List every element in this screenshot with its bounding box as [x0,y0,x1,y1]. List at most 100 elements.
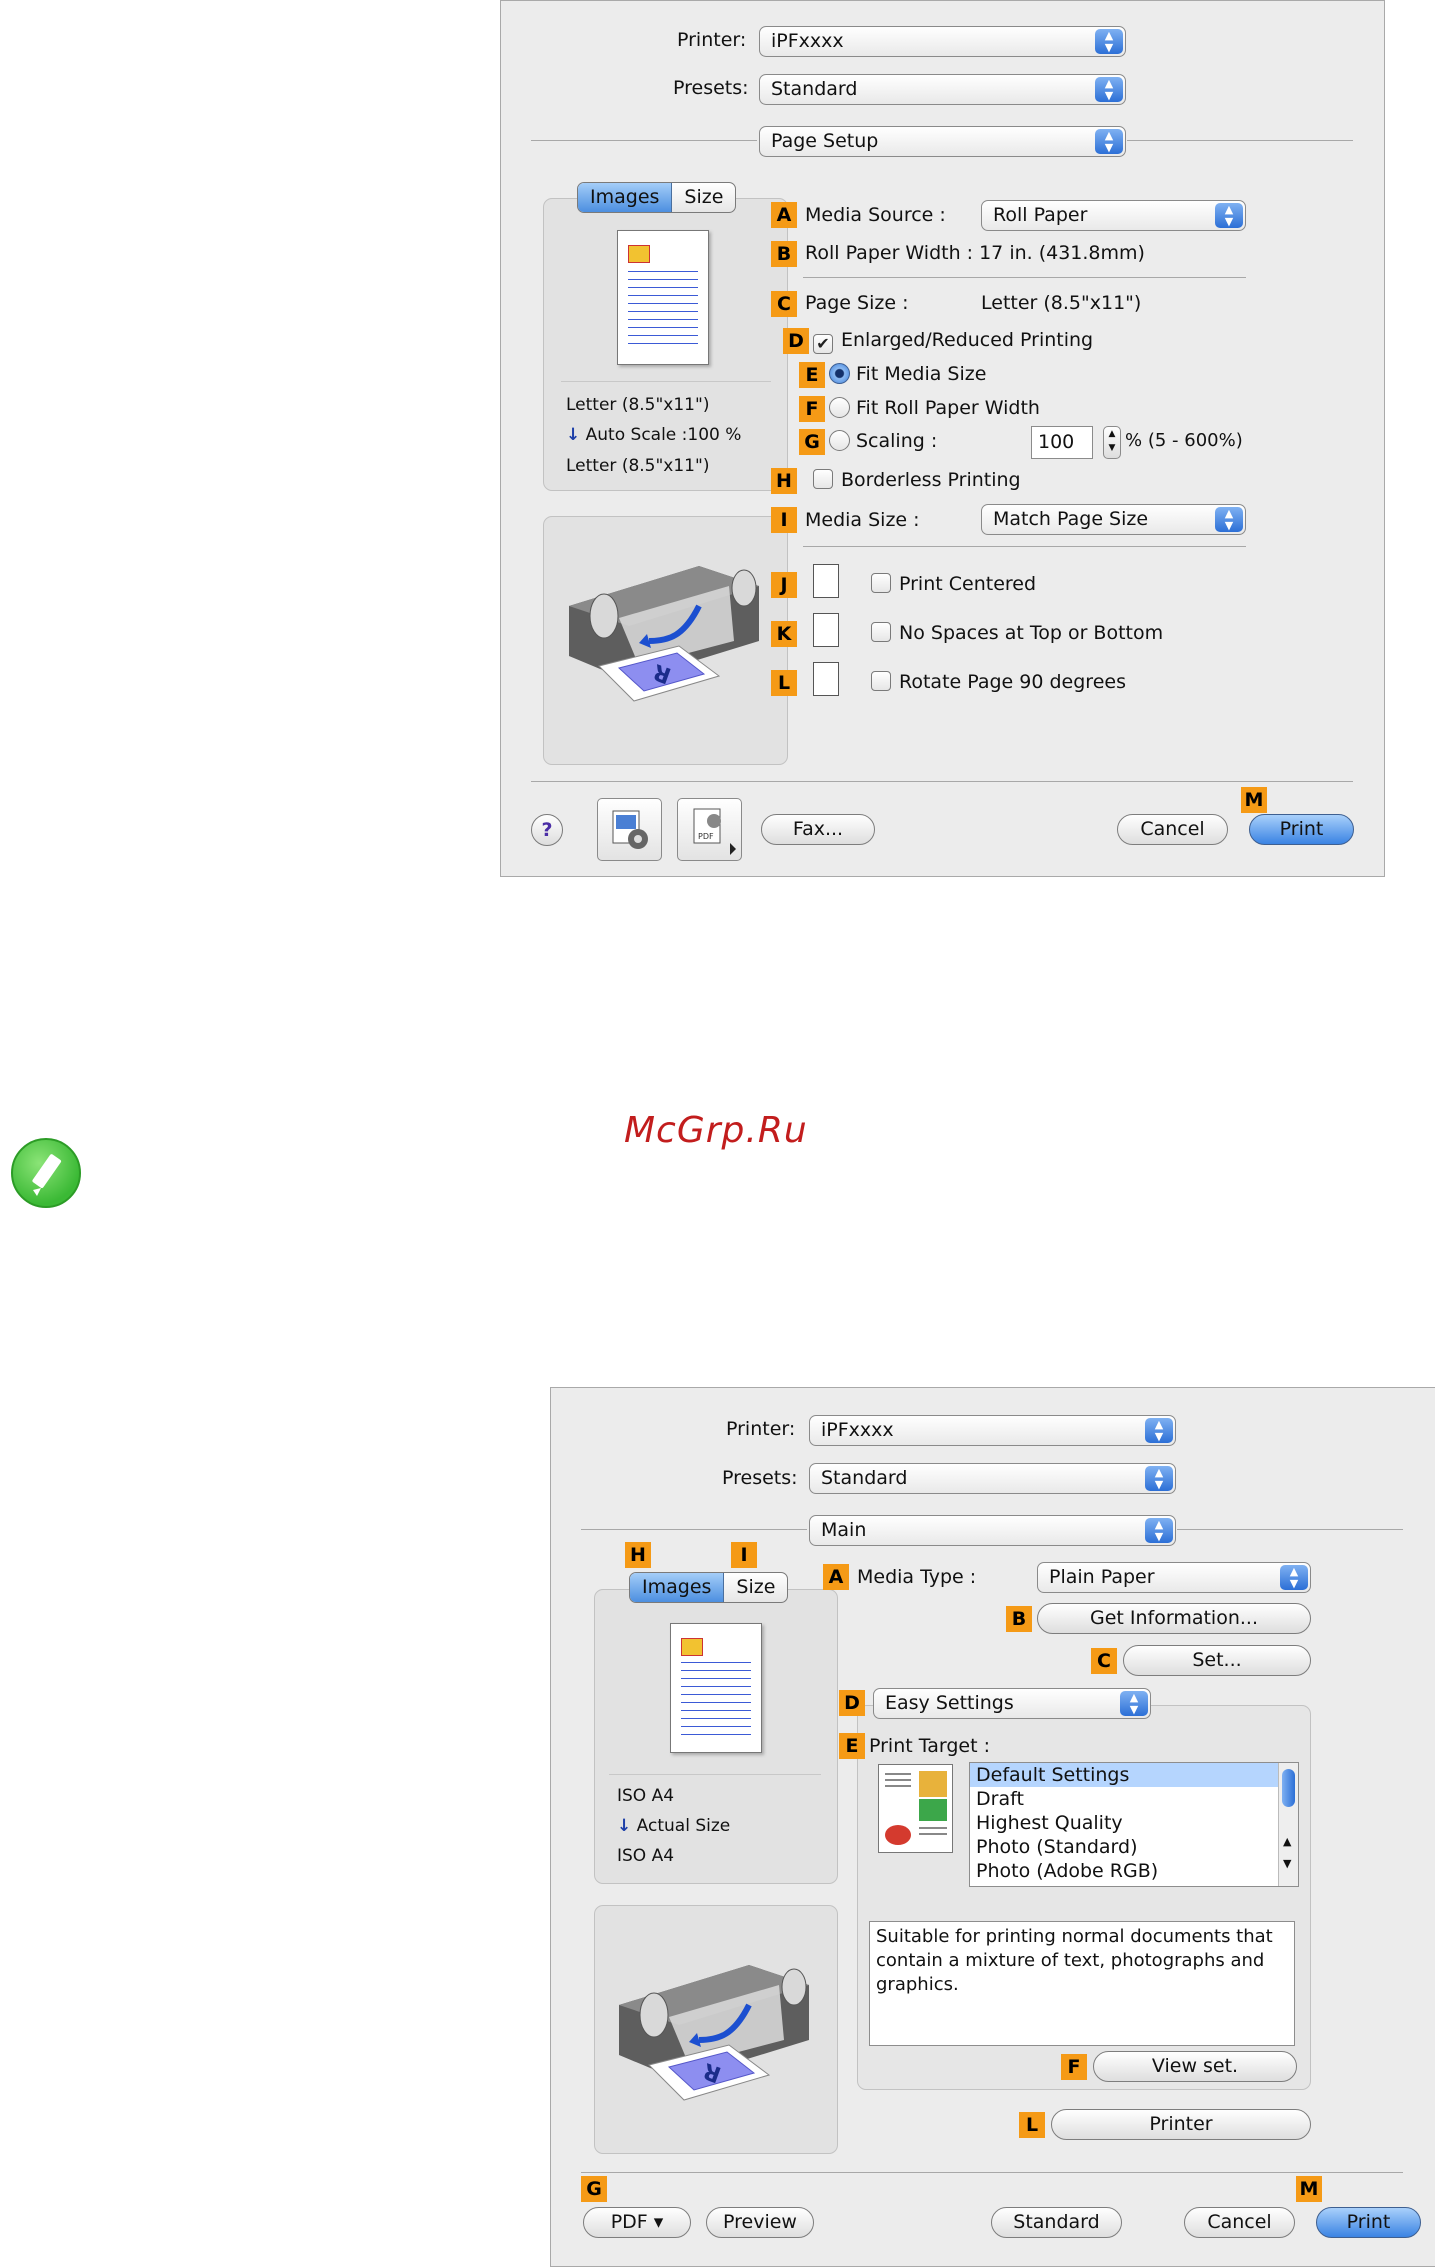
radio-icon [829,430,850,451]
easy-settings-popup[interactable]: Easy Settings ▲ ▼ [873,1688,1151,1719]
print-button[interactable]: Print [1249,814,1354,845]
badge-a: A [823,1564,849,1590]
panel-separator-left [581,1529,807,1530]
tab-images[interactable]: Images [578,183,673,212]
badge-l: L [771,670,797,696]
preview-scale-line: ↓ Actual Size [617,1816,730,1836]
list-item[interactable]: Default Settings [970,1763,1298,1787]
badge-l: L [1019,2112,1045,2138]
fit-roll-width-label: Fit Roll Paper Width [856,397,1040,419]
media-source-popup[interactable]: Roll Paper ▲ ▼ [981,200,1246,231]
page-size-label: Page Size : [805,292,909,314]
pdf-menu-button[interactable]: PDF ▾ [583,2207,691,2238]
preview-line-1: Letter (8.5"x11") [566,395,710,415]
rotate-page-label: Rotate Page 90 degrees [899,671,1126,693]
checkbox-icon [871,671,891,691]
media-type-popup[interactable]: Plain Paper ▲ ▼ [1037,1562,1311,1593]
list-item[interactable]: Highest Quality [970,1811,1298,1835]
list-item[interactable]: Photo (Adobe RGB) [970,1859,1298,1883]
presets-label: Presets: [722,1467,798,1489]
borderless-printing-checkbox[interactable]: Borderless Printing [813,469,1021,491]
colorsync-button[interactable] [597,798,662,861]
scaling-radio[interactable]: Scaling : [829,430,937,452]
media-size-separator [803,546,1246,547]
page-setup-print-dialog: Printer: iPFxxxx ▲ ▼ Presets: Standard ▲ ▼ P… [500,0,1385,877]
popup-arrows-icon: ▲ ▼ [1095,29,1123,54]
thumbnail-picture [681,1638,703,1656]
badge-g: G [581,2176,607,2202]
panel-popup[interactable]: Main ▲ ▼ [809,1515,1176,1546]
popup-arrows-icon: ▲ ▼ [1145,1466,1173,1491]
pdf-button[interactable]: PDF [677,798,742,861]
arrow-down-icon: ↓ [617,1816,632,1836]
preview-scale-line: ↓ Auto Scale :100 % [566,425,741,445]
print-centered-icon [813,564,839,598]
bottom-separator [581,2172,1403,2173]
printer-button[interactable]: Printer [1051,2109,1311,2140]
scaling-range-label: % (5 - 600%) [1125,430,1243,451]
enlarged-reduced-checkbox[interactable]: ✔ Enlarged/Reduced Printing [813,329,1093,354]
list-item[interactable]: Draft [970,1787,1298,1811]
panel-popup[interactable]: Page Setup ▲ ▼ [759,126,1126,157]
list-scrollbar[interactable]: ▲ ▼ [1278,1763,1298,1886]
arrow-down-icon: ↓ [566,425,581,445]
media-size-popup[interactable]: Match Page Size ▲ ▼ [981,504,1246,535]
badge-g: G [799,429,825,455]
borderless-printing-label: Borderless Printing [841,469,1021,491]
badge-h: H [625,1542,651,1568]
presets-value: Standard [771,78,858,100]
thumbnail-picture [628,245,650,263]
print-target-list[interactable]: Default Settings Draft Highest Quality P… [969,1762,1299,1887]
checkbox-icon [813,469,833,489]
preview-button[interactable]: Preview [706,2207,814,2238]
list-item[interactable]: Photo (Standard) [970,1835,1298,1859]
set-button[interactable]: Set... [1123,1645,1311,1676]
print-centered-checkbox[interactable]: Print Centered [871,573,1036,595]
preview-line-3: ISO A4 [617,1846,675,1866]
checkbox-checked-icon: ✔ [813,334,833,354]
popup-arrows-icon: ▲ ▼ [1095,129,1123,154]
media-source-label: Media Source : [805,204,946,226]
badge-d: D [783,328,809,354]
scroll-thumb[interactable] [1282,1769,1295,1807]
scaling-input[interactable]: 100 [1031,426,1093,459]
presets-label: Presets: [673,77,749,99]
tab-size[interactable]: Size [724,1573,787,1602]
pdf-icon: PDF [693,808,736,855]
badge-e: E [839,1733,865,1759]
enlarged-reduced-label: Enlarged/Reduced Printing [841,329,1094,351]
rotate-page-checkbox[interactable]: Rotate Page 90 degrees [871,671,1126,693]
presets-popup[interactable]: Standard ▲ ▼ [759,74,1126,105]
fax-button[interactable]: Fax... [761,814,875,845]
cancel-button[interactable]: Cancel [1117,814,1228,845]
fit-media-size-label: Fit Media Size [856,363,987,385]
panel-separator-right [1177,1529,1403,1530]
standard-button[interactable]: Standard [991,2207,1122,2238]
preview-line-2: Auto Scale :100 % [585,425,742,445]
media-type-label: Media Type : [857,1566,977,1588]
cancel-button[interactable]: Cancel [1184,2207,1295,2238]
scroll-up-arrow-icon[interactable]: ▲ [1283,1835,1291,1848]
printer-popup[interactable]: iPFxxxx ▲ ▼ [809,1415,1176,1446]
scaling-stepper[interactable]: ▲ ▼ [1103,426,1121,459]
watermark-text: McGrp.Ru [624,1110,808,1151]
tab-size[interactable]: Size [672,183,735,212]
presets-popup[interactable]: Standard ▲ ▼ [809,1463,1176,1494]
popup-arrows-icon: ▲ ▼ [1120,1691,1148,1716]
print-button[interactable]: Print [1316,2207,1421,2238]
print-target-preview-icon [878,1764,953,1853]
preview-line-3: Letter (8.5"x11") [566,456,710,476]
help-icon[interactable]: ? [531,814,563,846]
roll-paper-width-label: Roll Paper Width : 17 in. (431.8mm) [805,242,1145,264]
badge-i: I [731,1542,757,1568]
badge-m: M [1296,2176,1322,2202]
no-spaces-checkbox[interactable]: No Spaces at Top or Bottom [871,622,1163,644]
tab-images[interactable]: Images [630,1573,725,1602]
fit-roll-width-radio[interactable]: Fit Roll Paper Width [829,397,1040,419]
scroll-down-arrow-icon[interactable]: ▼ [1283,1857,1291,1870]
get-information-button[interactable]: Get Information... [1037,1603,1311,1634]
fit-media-size-radio[interactable]: Fit Media Size [829,363,986,385]
view-set-button[interactable]: View set. [1093,2051,1297,2082]
panel-value: Page Setup [771,130,879,152]
printer-popup[interactable]: iPFxxxx ▲ ▼ [759,26,1126,57]
